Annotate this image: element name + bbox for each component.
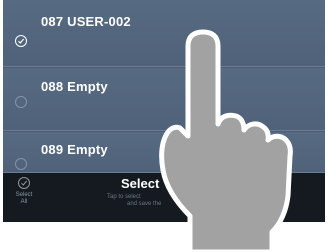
checkmark-circle-icon[interactable] bbox=[15, 35, 27, 47]
list-item-label: 087 USER-002 bbox=[41, 14, 131, 29]
list-item-label: 088 Empty bbox=[41, 79, 108, 94]
empty-circle-icon[interactable] bbox=[15, 158, 27, 170]
select-all-button[interactable]: Select All bbox=[9, 177, 39, 206]
list-item-label: 089 Empty bbox=[41, 142, 108, 157]
select-all-label: Select All bbox=[9, 192, 39, 206]
select-all-label-line: Select bbox=[15, 192, 33, 198]
select-all-label-line: All bbox=[20, 199, 28, 205]
pointing-hand-icon bbox=[159, 29, 293, 252]
checkmark-circle-icon bbox=[18, 177, 30, 189]
empty-circle-icon[interactable] bbox=[15, 96, 27, 108]
